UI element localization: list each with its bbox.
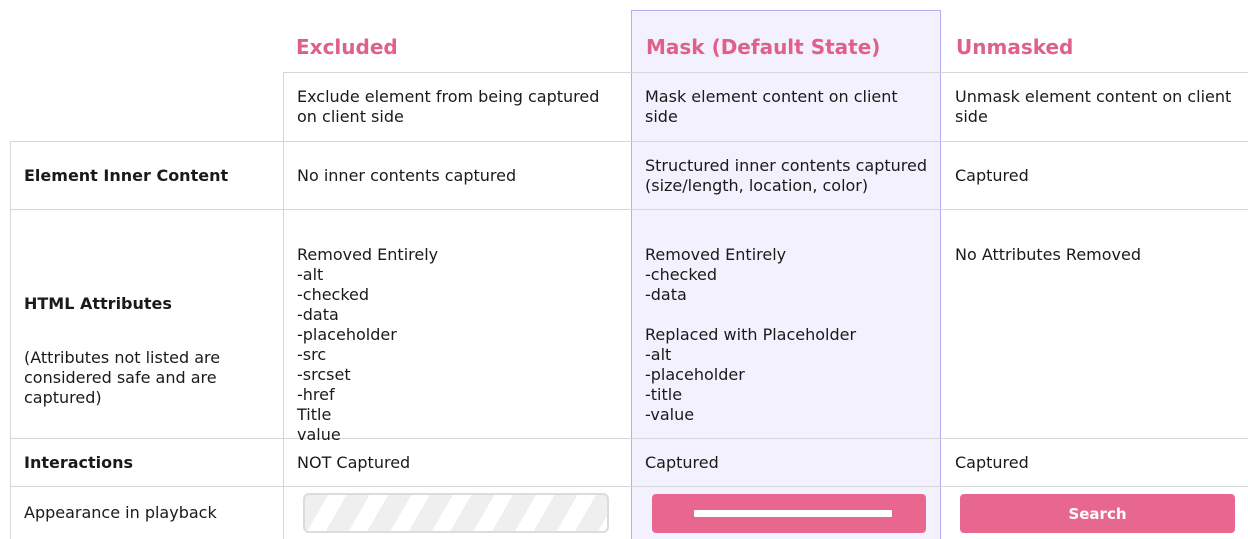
cell-text: Removed Entirely -alt -checked -data -pl…: [297, 245, 439, 444]
cell-interactions-excluded: NOT Captured: [283, 439, 631, 486]
cell-inner-content-mask: Structured inner contents captured (size…: [631, 142, 941, 209]
column-header-unmasked: Unmasked: [956, 35, 1074, 59]
cell-text: NOT Captured: [297, 452, 411, 472]
column-header-mask: Mask (Default State): [646, 35, 881, 59]
row-label-text: Interactions: [24, 452, 134, 472]
row-label-text: HTML Attributes: [24, 294, 172, 313]
row-label-interactions: Interactions: [10, 439, 283, 486]
column-header-excluded: Excluded: [296, 35, 398, 59]
row-label-inner-content: Element Inner Content: [10, 142, 283, 209]
description-text: Mask element content on client side: [645, 87, 898, 126]
cell-html-attributes-excluded: Removed Entirely -alt -checked -data -pl…: [283, 225, 631, 445]
search-button-label: Search: [1068, 504, 1127, 523]
row-label-html-attributes: HTML Attributes (Attributes not listed a…: [10, 274, 283, 428]
cell-html-attributes-unmasked: No Attributes Removed: [941, 225, 1248, 265]
cell-text: Structured inner contents captured (size…: [645, 155, 927, 195]
divider: [10, 209, 1248, 210]
mask-column-top-border: [631, 10, 941, 11]
cell-html-attributes-mask: Removed Entirely -checked -data Replaced…: [631, 225, 941, 425]
description-excluded: Exclude element from being captured on c…: [283, 73, 631, 141]
cell-interactions-unmasked: Captured: [941, 439, 1248, 486]
masking-comparison-table: Excluded Mask (Default State) Unmasked E…: [0, 0, 1248, 539]
description-text: Exclude element from being captured on c…: [297, 87, 600, 126]
masked-text-placeholder: [694, 510, 892, 517]
cell-text: No Attributes Removed: [955, 245, 1141, 264]
cell-inner-content-excluded: No inner contents captured: [283, 142, 631, 209]
row-label-text: Element Inner Content: [24, 165, 229, 185]
cell-text: Captured: [955, 452, 1029, 472]
cell-interactions-mask: Captured: [631, 439, 941, 486]
description-text: Unmask element content on client side: [955, 87, 1232, 126]
cell-text: Captured: [645, 452, 719, 472]
cell-text: No inner contents captured: [297, 165, 517, 185]
cell-text: Captured: [955, 165, 1029, 185]
cell-text: Removed Entirely -checked -data Replaced…: [645, 245, 857, 424]
description-mask: Mask element content on client side: [631, 73, 941, 141]
masked-playback-preview: [652, 494, 926, 533]
description-unmasked: Unmask element content on client side: [941, 73, 1248, 141]
row-label-appearance: Appearance in playback: [10, 487, 283, 539]
excluded-playback-preview: [303, 493, 609, 533]
row-label-text: Appearance in playback: [24, 503, 217, 522]
row-label-note: (Attributes not listed are considered sa…: [24, 348, 221, 407]
cell-inner-content-unmasked: Captured: [941, 142, 1248, 209]
search-button[interactable]: Search: [960, 494, 1235, 533]
